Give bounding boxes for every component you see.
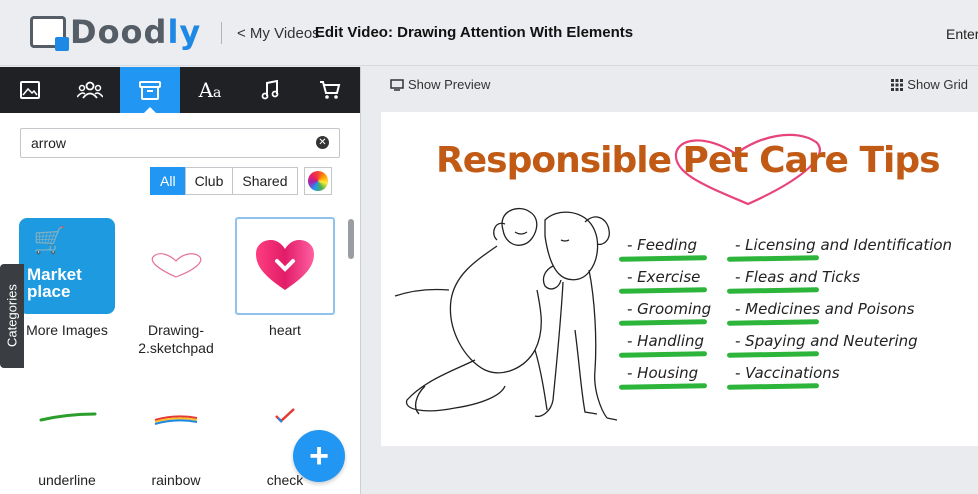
asset-tabs: Aa ‹ bbox=[0, 67, 361, 113]
tip-item: - Grooming bbox=[627, 300, 711, 332]
tips-list-left: - Feeding - Exercise - Grooming - Handli… bbox=[627, 236, 711, 396]
color-filter-button[interactable] bbox=[303, 167, 332, 195]
asset-thumb-selected bbox=[235, 217, 335, 315]
tab-characters[interactable] bbox=[60, 67, 120, 113]
asset-label: Drawing- 2.sketchpad bbox=[138, 322, 214, 356]
tips-list-right: - Licensing and Identification - Fleas a… bbox=[735, 236, 952, 396]
sketch-heart-icon bbox=[151, 253, 202, 278]
tab-images[interactable] bbox=[0, 67, 60, 113]
page-title: Edit Video: Drawing Attention With Eleme… bbox=[314, 24, 634, 41]
tab-text[interactable]: Aa bbox=[180, 67, 240, 113]
show-grid-label: Show Grid bbox=[907, 77, 968, 92]
asset-label: rainbow bbox=[151, 472, 201, 488]
filter-all-button[interactable]: All bbox=[150, 167, 186, 195]
editor-area: Show Preview Show Grid Responsible Pet C… bbox=[362, 67, 978, 494]
image-icon bbox=[20, 81, 40, 99]
collapse-panel-button[interactable]: ‹ bbox=[360, 67, 361, 113]
underline-icon bbox=[39, 412, 97, 422]
show-grid-button[interactable]: Show Grid bbox=[891, 77, 968, 92]
asset-label: heart bbox=[269, 322, 301, 338]
tip-item: - Licensing and Identification bbox=[735, 236, 952, 268]
tip-item: - Spaying and Neutering bbox=[735, 332, 952, 364]
asset-label: More Images bbox=[26, 322, 108, 338]
rainbow-icon bbox=[154, 415, 198, 425]
show-preview-label: Show Preview bbox=[408, 77, 491, 92]
tip-item: - Handling bbox=[627, 332, 711, 364]
video-canvas[interactable]: Responsible Pet Care Tips - Feeding - Ex… bbox=[381, 112, 978, 446]
tab-music[interactable] bbox=[240, 67, 300, 113]
props-icon bbox=[139, 81, 161, 100]
asset-item[interactable]: rainbow bbox=[121, 367, 231, 489]
tip-item: - Fleas and Ticks bbox=[735, 268, 952, 300]
asset-thumb bbox=[126, 217, 226, 315]
show-preview-button[interactable]: Show Preview bbox=[390, 77, 490, 92]
add-asset-button[interactable]: + bbox=[293, 430, 345, 482]
tab-props[interactable] bbox=[120, 67, 180, 113]
tip-item: - Medicines and Poisons bbox=[735, 300, 952, 332]
grid-icon bbox=[891, 78, 904, 91]
tab-marketplace[interactable] bbox=[300, 67, 360, 113]
filter-shared-button[interactable]: Shared bbox=[232, 167, 298, 195]
tip-item: - Feeding bbox=[627, 236, 711, 268]
marketplace-text: Market bbox=[27, 265, 82, 284]
search-input[interactable] bbox=[20, 128, 340, 158]
canvas-title: Responsible Pet Care Tips bbox=[436, 140, 941, 181]
asset-thumb: 🛒 Market place bbox=[17, 217, 117, 315]
asset-panel: Aa ‹ ✕ All Club Shared Categories 🛒 Mark… bbox=[0, 67, 361, 494]
asset-item[interactable]: Drawing- 2.sketchpad bbox=[121, 217, 231, 357]
clear-search-icon[interactable]: ✕ bbox=[316, 136, 329, 149]
asset-item[interactable]: heart bbox=[230, 217, 340, 339]
marketplace-thumb: 🛒 Market place bbox=[19, 218, 115, 314]
filter-club-button[interactable]: Club bbox=[184, 167, 234, 195]
top-bar: Doodly < My Videos Edit Video: Drawing A… bbox=[0, 0, 978, 66]
cart-icon bbox=[320, 81, 341, 99]
tip-item: - Housing bbox=[627, 364, 711, 396]
tip-item: - Exercise bbox=[627, 268, 711, 300]
asset-thumb bbox=[126, 367, 226, 465]
filter-group: All Club Shared bbox=[150, 167, 332, 195]
plus-icon: + bbox=[309, 437, 329, 475]
categories-tab[interactable]: Categories bbox=[0, 264, 24, 368]
enter-button[interactable]: Enter bbox=[946, 26, 978, 42]
characters-icon bbox=[77, 81, 103, 99]
monitor-icon bbox=[390, 78, 404, 91]
asset-label: underline bbox=[38, 472, 96, 488]
vet-and-dog-illustration bbox=[394, 207, 618, 421]
tip-item: - Vaccinations bbox=[735, 364, 952, 396]
color-wheel-icon bbox=[307, 171, 328, 191]
marketplace-text: place bbox=[27, 282, 71, 301]
scrollbar[interactable] bbox=[348, 219, 354, 259]
asset-thumb bbox=[17, 367, 117, 465]
cart-icon: 🛒 bbox=[33, 225, 66, 255]
music-icon bbox=[261, 80, 279, 100]
asset-item[interactable]: underline bbox=[12, 367, 122, 489]
text-icon: Aa bbox=[198, 78, 222, 102]
check-icon bbox=[275, 408, 295, 423]
asset-item[interactable]: 🛒 Market place More Images bbox=[12, 217, 122, 339]
heart-icon bbox=[256, 240, 314, 290]
